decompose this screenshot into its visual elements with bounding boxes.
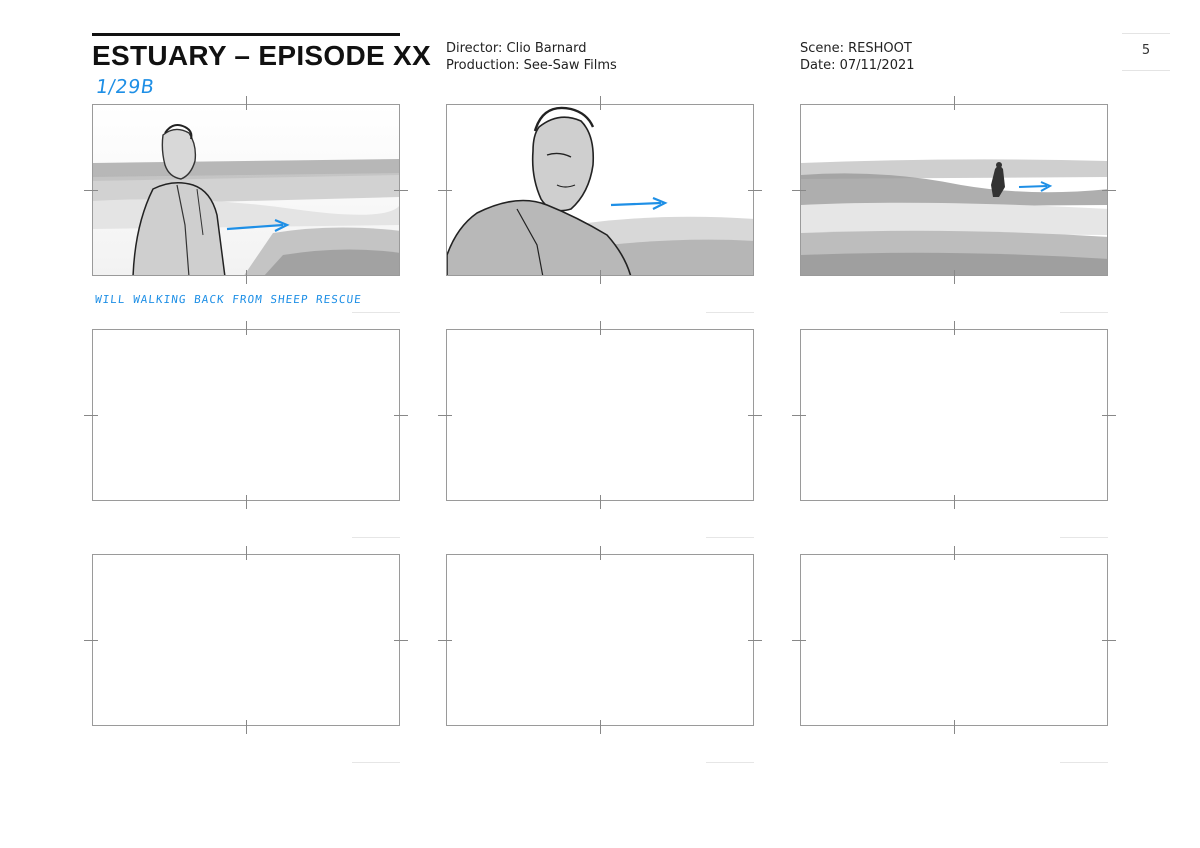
tick-mark	[246, 720, 247, 734]
tick-mark	[246, 495, 247, 509]
panel-3-sketch	[801, 105, 1107, 275]
note-line	[1060, 312, 1108, 313]
panel-1-caption: WILL WALKING BACK FROM SHEEP RESCUE	[94, 293, 363, 306]
storyboard-panel-9	[800, 554, 1108, 726]
page-title: ESTUARY – EPISODE XX	[92, 40, 431, 71]
tick-mark	[394, 415, 408, 416]
shot-number: 1/29B	[94, 76, 156, 98]
note-line	[1060, 762, 1108, 763]
panel-1-sketch	[93, 105, 399, 275]
tick-mark	[792, 415, 806, 416]
note-line	[706, 537, 754, 538]
tick-mark	[748, 190, 762, 191]
storyboard-panel-1	[92, 104, 400, 276]
tick-mark	[954, 270, 955, 284]
storyboard-panel-2	[446, 104, 754, 276]
note-line	[706, 312, 754, 313]
tick-mark	[600, 321, 601, 335]
scene-text: Scene: RESHOOT	[800, 41, 912, 56]
tick-mark	[954, 720, 955, 734]
tick-mark	[954, 546, 955, 560]
note-line	[352, 537, 400, 538]
tick-mark	[748, 640, 762, 641]
tick-mark	[748, 415, 762, 416]
tick-mark	[84, 640, 98, 641]
tick-mark	[394, 190, 408, 191]
storyboard-panel-8	[446, 554, 754, 726]
tick-mark	[438, 640, 452, 641]
tick-mark	[600, 495, 601, 509]
page-number: 5	[1141, 43, 1151, 58]
director-text: Director: Clio Barnard	[446, 41, 587, 56]
note-line	[706, 762, 754, 763]
tick-mark	[394, 640, 408, 641]
tick-mark	[600, 96, 601, 110]
tick-mark	[438, 190, 452, 191]
date-text: Date: 07/11/2021	[800, 58, 915, 73]
panel-2-sketch	[447, 105, 753, 275]
tick-mark	[792, 190, 806, 191]
tick-mark	[246, 321, 247, 335]
production-text: Production: See-Saw Films	[446, 58, 617, 73]
storyboard-panel-6	[800, 329, 1108, 501]
note-line	[352, 762, 400, 763]
tick-mark	[954, 321, 955, 335]
tick-mark	[246, 546, 247, 560]
tick-mark	[1102, 190, 1116, 191]
tick-mark	[600, 546, 601, 560]
tick-mark	[438, 415, 452, 416]
tick-mark	[84, 415, 98, 416]
storyboard-panel-7	[92, 554, 400, 726]
tick-mark	[84, 190, 98, 191]
storyboard-panel-3	[800, 104, 1108, 276]
title-rule	[92, 33, 400, 36]
tick-mark	[600, 270, 601, 284]
tick-mark	[600, 720, 601, 734]
tick-mark	[1102, 640, 1116, 641]
note-line	[1060, 537, 1108, 538]
tick-mark	[1102, 415, 1116, 416]
note-line	[352, 312, 400, 313]
storyboard-panel-5	[446, 329, 754, 501]
tick-mark	[246, 96, 247, 110]
tick-mark	[954, 495, 955, 509]
tick-mark	[246, 270, 247, 284]
tick-mark	[792, 640, 806, 641]
storyboard-panel-4	[92, 329, 400, 501]
tick-mark	[954, 96, 955, 110]
